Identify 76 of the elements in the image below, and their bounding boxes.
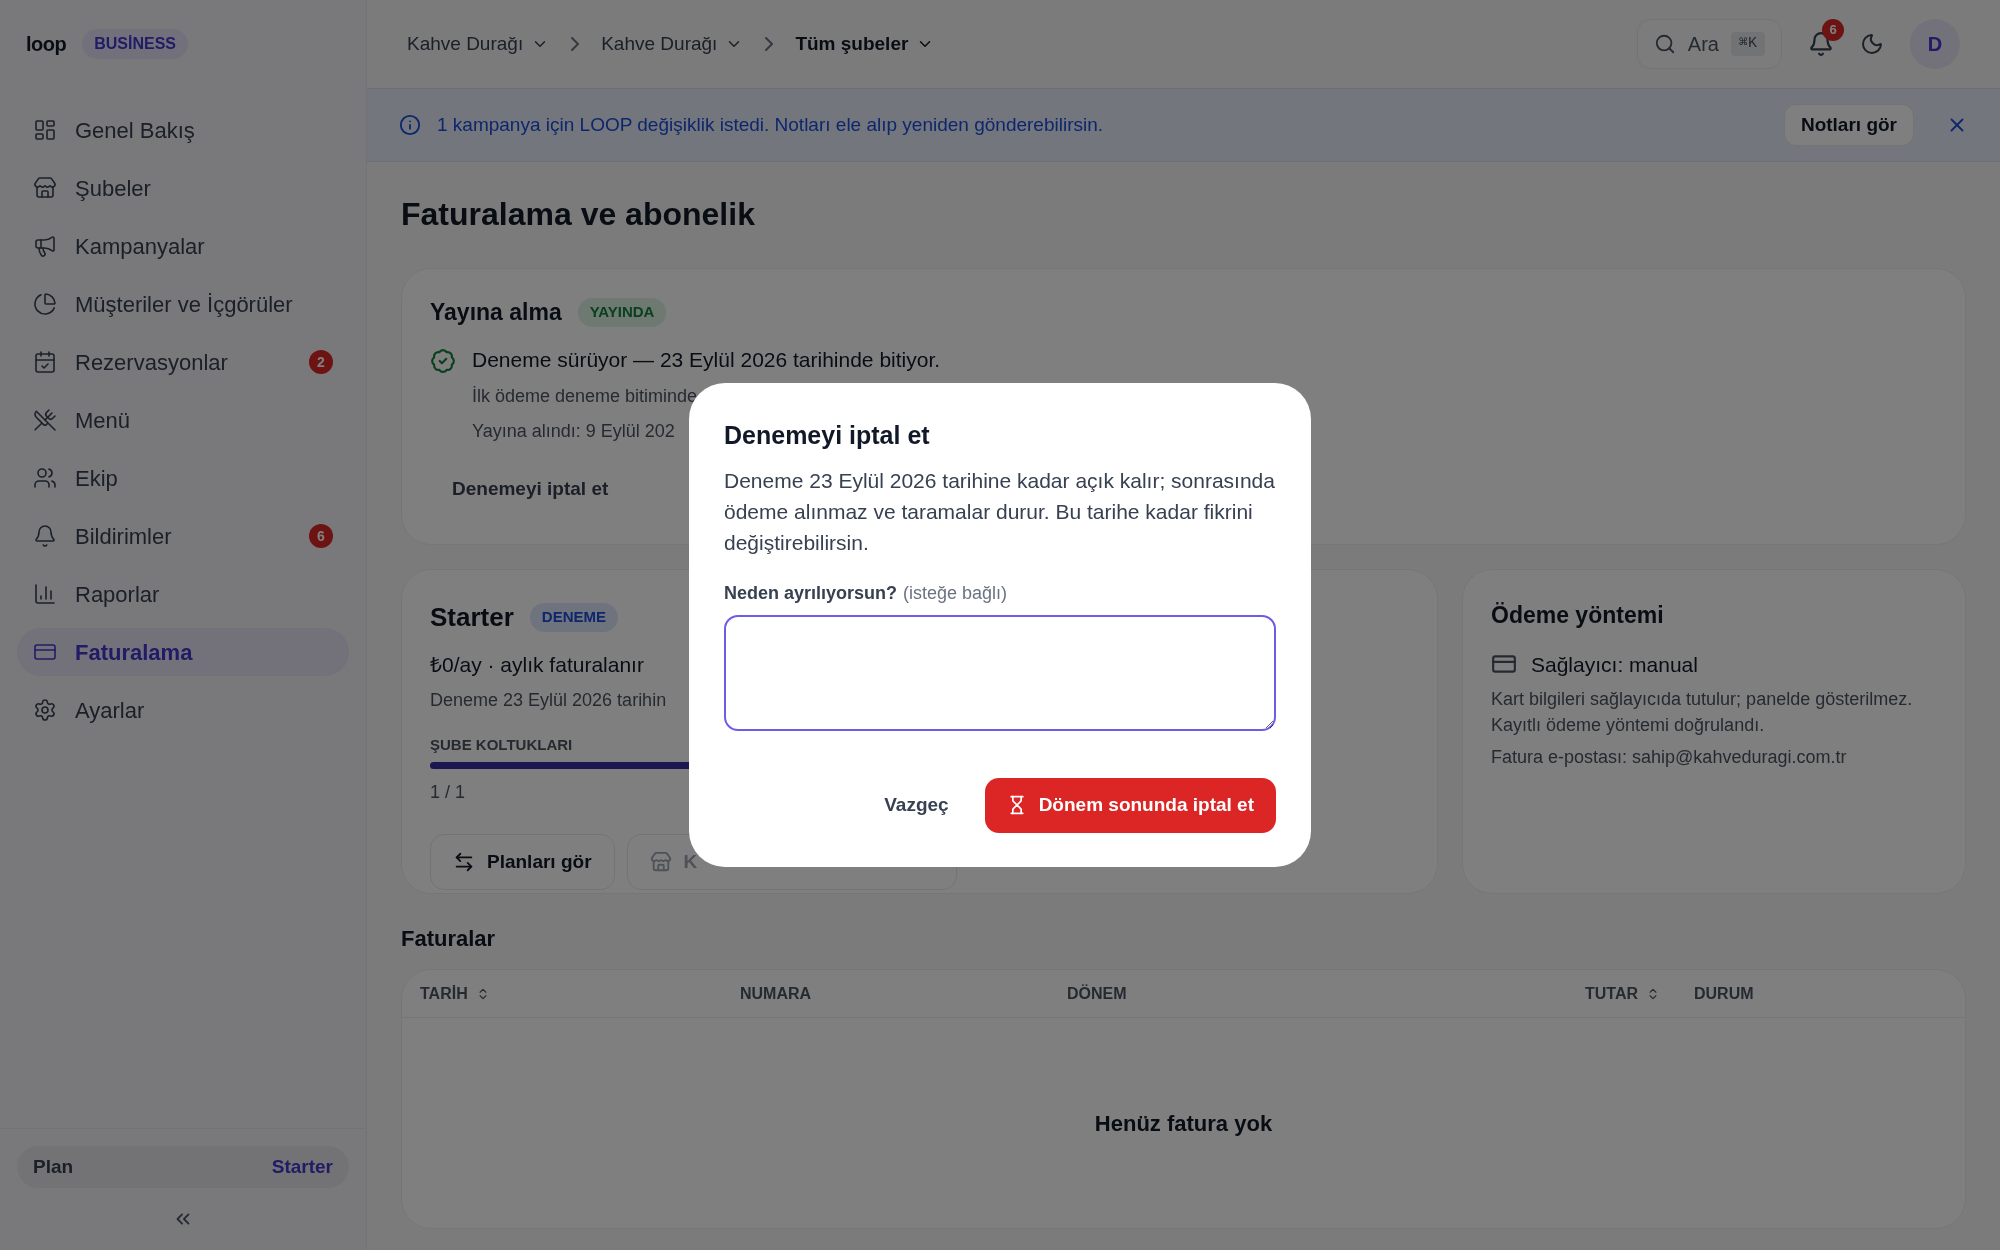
seats-label: ŞUBE KOLTUKLARI: [430, 734, 574, 755]
bar-chart-icon: [33, 582, 57, 606]
dialog-body: Deneme 23 Eylül 2026 tarihine kadar açık kalır; sonrasında ödeme alınmaz ve taramalar durur. Bu tarihe kadar fikrini değiştirebilirsin.: [724, 467, 1276, 556]
trial-note: Deneme 23 Eylül 2026 tarihin: [430, 688, 667, 712]
plan-name: Starter: [430, 601, 514, 634]
settings-icon: [33, 698, 57, 722]
dashboard-icon: [33, 118, 57, 142]
view-notes-button[interactable]: Notları gör: [1783, 104, 1914, 146]
sidebar-item[interactable]: Menü: [17, 396, 349, 444]
breadcrumb-dropdown[interactable]: Kahve Durağı: [601, 29, 744, 59]
billing-email: Fatura e-postası: sahip@kahveduragi.com.tr: [1491, 746, 1848, 769]
sidebar-item[interactable]: Faturalama: [17, 628, 349, 676]
cancel-trial-button[interactable]: Denemeyi iptal et: [452, 475, 609, 504]
sidebar-item[interactable]: Şubeler: [17, 164, 349, 212]
breadcrumb-dropdown[interactable]: Tüm şubeler: [795, 29, 935, 59]
empty-state-text: Henüz fatura yok: [1094, 1109, 1273, 1138]
view-plans-button[interactable]: Planları gör: [430, 834, 615, 890]
separator-icon: [765, 37, 774, 51]
card-title: Ödeme yöntemi: [1491, 601, 1665, 630]
field-label: Neden ayrılıyorsun?: [724, 581, 898, 605]
swap-arrows-icon: [453, 851, 475, 873]
dark-mode-icon[interactable]: [1860, 32, 1884, 56]
users-icon: [33, 466, 57, 490]
dismiss-button[interactable]: Vazgeç: [872, 778, 961, 833]
reason-field[interactable]: [724, 614, 1276, 731]
status-badge: YAYINDA: [577, 298, 667, 327]
seats-reading: 1 / 1: [430, 781, 466, 804]
logo: loop: [26, 32, 67, 57]
shortcut-key: ⌘K: [1730, 31, 1765, 57]
info-icon: [399, 114, 421, 136]
breadcrumb-dropdown[interactable]: Kahve Durağı: [407, 29, 550, 59]
sidebar-item[interactable]: Ayarlar: [17, 686, 349, 734]
column-header: DURUM: [1694, 983, 1754, 1004]
calendar-icon: [33, 350, 57, 374]
column-header[interactable]: TUTAR: [1585, 981, 1661, 1006]
sidebar-item[interactable]: Ekip: [17, 454, 349, 502]
notification-count: 6: [1822, 19, 1844, 41]
trial-note: Yayına alındı: 9 Eylül 202: [472, 420, 675, 443]
card-title: Yayına alma: [430, 298, 562, 327]
check-badge-icon: [430, 347, 456, 374]
banner-text: 1 kampanya için LOOP değişiklik istedi. Notları ele alıp yeniden gönderebilirsin.: [437, 112, 1104, 137]
sidebar-item[interactable]: Kampanyalar: [17, 222, 349, 270]
trial-status: Deneme sürüyor — 23 Eylül 2026 tarihinde bitiyor.: [472, 346, 941, 373]
sidebar-item[interactable]: Raporlar: [17, 570, 349, 618]
section-title: Faturalar: [401, 925, 497, 953]
store-icon: [33, 176, 57, 200]
count-badge: 6: [309, 524, 333, 548]
dialog-title: Denemeyi iptal et: [724, 420, 931, 452]
confirm-cancel-button[interactable]: Dönem sonunda iptal et: [984, 777, 1276, 833]
trial-badge: DENEME: [529, 603, 618, 632]
column-header[interactable]: TARİH: [420, 981, 490, 1006]
trial-note: İlk ödeme deneme bitiminde: [472, 385, 698, 408]
search-icon: [1653, 33, 1676, 55]
column-header: DÖNEM: [1067, 983, 1127, 1004]
payment-note: Kart bilgileri sağlayıcıda tutulur; panelde gösterilmez. Kayıtlı ödeme yöntemi doğrulandı.: [1491, 688, 1914, 737]
plan-label: Plan: [33, 1154, 74, 1179]
sidebar-item[interactable]: Rezervasyonlar 2: [17, 338, 349, 386]
plan-value: Starter: [271, 1154, 333, 1179]
sidebar-item[interactable]: Genel Bakış: [17, 106, 349, 154]
provider: Sağlayıcı: manual: [1531, 651, 1698, 678]
store-icon: [649, 851, 672, 873]
plan-price: ₺0/ay · aylık faturalanır: [430, 652, 645, 678]
column-header: NUMARA: [740, 983, 812, 1004]
separator-icon: [571, 37, 580, 51]
bell-icon: [33, 524, 57, 548]
sidebar-item[interactable]: Bildirimler 6: [17, 512, 349, 560]
search-field[interactable]: Ara ⌘K: [1636, 19, 1782, 69]
megaphone-icon: [33, 234, 57, 258]
count-badge: 2: [309, 350, 333, 374]
page-title: Faturalama ve abonelik: [401, 195, 756, 234]
avatar[interactable]: D: [1910, 19, 1960, 69]
sidebar-item[interactable]: Müşteriler ve İçgörüler: [17, 280, 349, 328]
business-badge: BUSİNESS: [82, 29, 188, 59]
pie-chart-icon: [33, 292, 57, 316]
optional-hint: (isteğe bağlı): [903, 581, 1008, 605]
utensils-icon: [33, 408, 57, 432]
